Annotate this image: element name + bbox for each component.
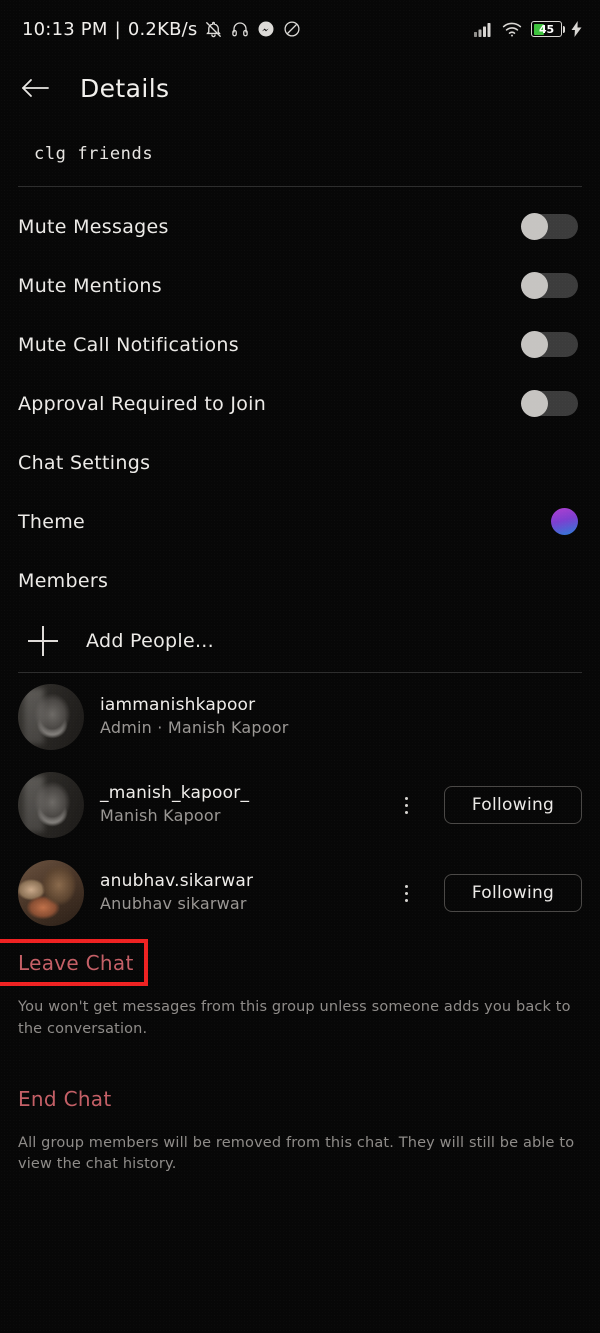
signal-icon: [474, 22, 493, 37]
status-bar: 10:13 PM | 0.2KB/s 45: [0, 0, 600, 58]
battery-icon: 45: [531, 21, 565, 37]
leave-chat-description: You won't get messages from this group u…: [18, 999, 571, 1037]
table-row[interactable]: iammanishkapoor Admin · Manish Kapoor: [0, 673, 600, 761]
setting-label: Approval Required to Join: [18, 392, 267, 415]
follow-status-button[interactable]: Following: [444, 874, 582, 912]
theme-color-swatch[interactable]: [551, 508, 578, 535]
setting-row-mute-mentions[interactable]: Mute Mentions: [0, 256, 600, 315]
avatar: [18, 772, 84, 838]
setting-row-chat-settings[interactable]: Chat Settings: [0, 433, 600, 492]
charging-bolt-icon: [571, 21, 582, 37]
avatar: [18, 684, 84, 750]
toggle-knob: [521, 331, 548, 358]
more-options-icon[interactable]: [396, 881, 416, 905]
settings-list: Mute Messages Mute Mentions Mute Call No…: [0, 187, 600, 610]
member-subtitle: Manish Kapoor: [100, 806, 221, 826]
setting-label: Mute Messages: [18, 215, 169, 238]
toggle-knob: [521, 213, 548, 240]
end-chat-wrapper: End Chat: [18, 1087, 582, 1111]
leave-chat-wrapper: Leave Chat: [0, 939, 148, 986]
member-info: anubhav.sikarwar Anubhav sikarwar: [100, 870, 380, 915]
add-people-button[interactable]: Add People...: [0, 610, 600, 672]
status-icon-group: [204, 20, 301, 39]
member-username: anubhav.sikarwar: [100, 871, 254, 892]
page-title: Details: [80, 73, 170, 103]
mute-mentions-toggle[interactable]: [521, 272, 578, 299]
member-info: _manish_kapoor_ Manish Kapoor: [100, 782, 380, 827]
leave-chat-button[interactable]: Leave Chat: [5, 951, 134, 975]
setting-row-mute-call-notifications[interactable]: Mute Call Notifications: [0, 315, 600, 374]
toggle-knob: [521, 272, 548, 299]
status-bar-right: 45: [474, 21, 582, 37]
setting-label: Mute Call Notifications: [18, 333, 239, 356]
setting-label: Mute Mentions: [18, 274, 162, 297]
danger-actions-section: Leave Chat You won't get messages from t…: [0, 937, 600, 1176]
setting-label: Members: [18, 569, 109, 592]
chat-name[interactable]: clg friends: [0, 118, 600, 164]
bell-muted-icon: [204, 20, 223, 39]
table-row[interactable]: _manish_kapoor_ Manish Kapoor Following: [0, 761, 600, 849]
status-bar-left: 10:13 PM | 0.2KB/s: [22, 19, 301, 40]
setting-label: Theme: [18, 510, 86, 533]
app-header: Details: [0, 58, 600, 118]
status-net-speed: 0.2KB/s: [127, 18, 198, 40]
setting-row-approval-required[interactable]: Approval Required to Join: [0, 374, 600, 433]
setting-row-mute-messages[interactable]: Mute Messages: [0, 197, 600, 256]
member-subtitle: Admin · Manish Kapoor: [100, 718, 289, 738]
setting-row-theme[interactable]: Theme: [0, 492, 600, 551]
member-username: iammanishkapoor: [100, 695, 256, 716]
approval-required-toggle[interactable]: [521, 390, 578, 417]
status-separator: |: [114, 18, 121, 40]
plus-icon: [28, 626, 58, 656]
member-username: _manish_kapoor_: [100, 783, 250, 804]
battery-level-label: 45: [539, 22, 554, 36]
add-people-label: Add People...: [86, 630, 214, 652]
messenger-icon: [257, 20, 275, 38]
back-arrow-icon[interactable]: [20, 76, 50, 100]
toggle-knob: [521, 390, 548, 417]
wifi-icon: [502, 22, 522, 37]
setting-label: Chat Settings: [18, 451, 151, 474]
member-subtitle: Anubhav sikarwar: [100, 894, 247, 914]
end-chat-button[interactable]: End Chat: [18, 1087, 112, 1111]
headphone-icon: [231, 20, 249, 38]
member-info: iammanishkapoor Admin · Manish Kapoor: [100, 694, 582, 739]
follow-status-button[interactable]: Following: [444, 786, 582, 824]
end-chat-description: All group members will be removed from t…: [18, 1134, 575, 1173]
status-clock: 10:13 PM: [22, 18, 108, 40]
dnd-icon: [283, 20, 301, 38]
more-options-icon[interactable]: [396, 793, 416, 817]
table-row[interactable]: anubhav.sikarwar Anubhav sikarwar Follow…: [0, 849, 600, 937]
mute-call-notifications-toggle[interactable]: [521, 331, 578, 358]
setting-row-members[interactable]: Members: [0, 551, 600, 610]
avatar: [18, 860, 84, 926]
mute-messages-toggle[interactable]: [521, 213, 578, 240]
